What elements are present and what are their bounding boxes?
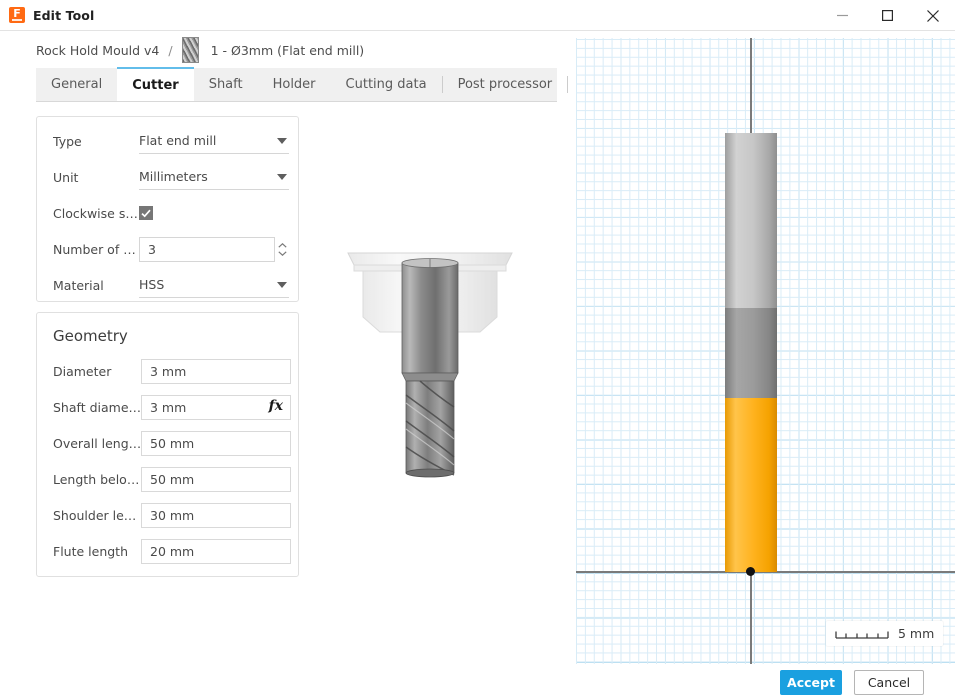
field-row-diameter: Diameter 3 mm xyxy=(37,353,298,389)
diameter-label: Diameter xyxy=(53,363,112,379)
clockwise-checkbox[interactable] xyxy=(139,206,153,220)
maximize-icon[interactable] xyxy=(865,0,910,31)
field-row-clockwise: Clockwise s… xyxy=(37,195,298,231)
tab-cutter[interactable]: Cutter xyxy=(117,67,194,101)
field-row-material: Material HSS xyxy=(37,267,298,303)
title-bar: Edit Tool xyxy=(0,0,955,31)
chevron-down-icon xyxy=(277,281,287,288)
number-of-flutes-input[interactable]: 3 xyxy=(139,236,275,262)
diameter-input[interactable]: 3 mm xyxy=(141,358,291,384)
accept-button[interactable]: Accept xyxy=(780,670,842,695)
shaft-diameter-value: 3 mm xyxy=(150,399,187,415)
tab-bar: General Cutter Shaft Holder Cutting data… xyxy=(36,67,569,102)
chevron-down-icon xyxy=(277,250,287,256)
tool-segment-flute xyxy=(725,398,777,572)
flute-length-input[interactable]: 20 mm xyxy=(141,538,291,564)
field-row-shaft-diameter: Shaft diame… 3 mm fx xyxy=(37,389,298,425)
field-row-shoulder-length: Shoulder le… 30 mm xyxy=(37,497,298,533)
tool-segment-shaft xyxy=(725,133,777,308)
scale-bar: 5 mm xyxy=(826,621,944,646)
breadcrumb-separator: / xyxy=(168,42,173,58)
fusion-logo-icon xyxy=(9,6,25,23)
edit-tool-dialog: Edit Tool Rock Hold Mould v4 / 1 - Ø3mm … xyxy=(0,0,955,699)
shoulder-length-input[interactable]: 30 mm xyxy=(141,502,291,528)
type-value: Flat end mill xyxy=(139,133,217,148)
overall-length-label: Overall leng… xyxy=(53,435,141,451)
field-row-length-below-holder: Length belo… 50 mm xyxy=(37,461,298,497)
length-below-holder-input[interactable]: 50 mm xyxy=(141,466,291,492)
material-label: Material xyxy=(53,277,104,293)
origin-point-icon xyxy=(746,567,755,576)
tab-general[interactable]: General xyxy=(36,68,117,101)
tool-segment-shoulder xyxy=(725,308,777,398)
formula-fx-icon[interactable]: fx xyxy=(269,398,283,414)
shaft-diameter-input[interactable]: 3 mm fx xyxy=(141,394,291,420)
unit-dropdown[interactable]: Millimeters xyxy=(139,165,289,190)
breadcrumb-document[interactable]: Rock Hold Mould v4 xyxy=(36,43,159,58)
unit-value: Millimeters xyxy=(139,169,208,184)
clockwise-label: Clockwise s… xyxy=(53,205,138,221)
type-label: Type xyxy=(53,133,82,149)
field-row-overall-length: Overall leng… 50 mm xyxy=(37,425,298,461)
field-row-flutes: Number of … 3 xyxy=(37,231,298,267)
chevron-down-icon xyxy=(277,137,287,144)
field-row-flute-length: Flute length 20 mm xyxy=(37,533,298,569)
number-of-flutes-label: Number of … xyxy=(53,241,136,257)
field-row-unit: Unit Millimeters xyxy=(37,159,298,195)
type-dropdown[interactable]: Flat end mill xyxy=(139,129,289,154)
overall-length-input[interactable]: 50 mm xyxy=(141,430,291,456)
material-value: HSS xyxy=(139,277,165,292)
chevron-up-icon xyxy=(277,242,287,248)
scale-label: 5 mm xyxy=(898,626,935,641)
tool-graph-panel[interactable]: 5 mm xyxy=(576,38,955,664)
window-controls xyxy=(820,0,955,31)
length-below-holder-label: Length belo… xyxy=(53,471,140,487)
tab-divider xyxy=(567,76,569,93)
window-title: Edit Tool xyxy=(33,7,95,23)
tab-shaft[interactable]: Shaft xyxy=(194,68,258,101)
material-dropdown[interactable]: HSS xyxy=(139,273,289,298)
geometry-title: Geometry xyxy=(53,327,128,345)
cancel-button[interactable]: Cancel xyxy=(854,670,924,695)
tab-holder[interactable]: Holder xyxy=(258,68,331,101)
endmill-3d-preview xyxy=(347,252,513,478)
tab-post-processor[interactable]: Post processor xyxy=(443,68,568,101)
unit-label: Unit xyxy=(53,169,79,185)
scale-ruler-icon xyxy=(835,631,889,639)
shaft-diameter-label: Shaft diame… xyxy=(53,399,141,415)
tab-cutting-data[interactable]: Cutting data xyxy=(331,68,442,101)
breadcrumb: Rock Hold Mould v4 / 1 - Ø3mm (Flat end … xyxy=(36,36,364,64)
chevron-down-icon xyxy=(277,173,287,180)
minimize-icon[interactable] xyxy=(820,0,865,31)
shoulder-length-label: Shoulder le… xyxy=(53,507,137,523)
flute-length-label: Flute length xyxy=(53,543,128,559)
field-row-type: Type Flat end mill xyxy=(37,123,298,159)
number-of-flutes-stepper[interactable]: 3 xyxy=(139,236,289,262)
geometry-card: Geometry Diameter 3 mm Shaft diame… 3 mm… xyxy=(36,312,299,577)
close-icon[interactable] xyxy=(910,0,955,31)
stepper-arrows[interactable] xyxy=(275,237,289,262)
cutter-general-card: Type Flat end mill Unit Millimeters Cloc… xyxy=(36,116,299,302)
breadcrumb-tool: 1 - Ø3mm (Flat end mill) xyxy=(210,42,365,58)
endmill-thumbnail-icon xyxy=(181,37,199,63)
